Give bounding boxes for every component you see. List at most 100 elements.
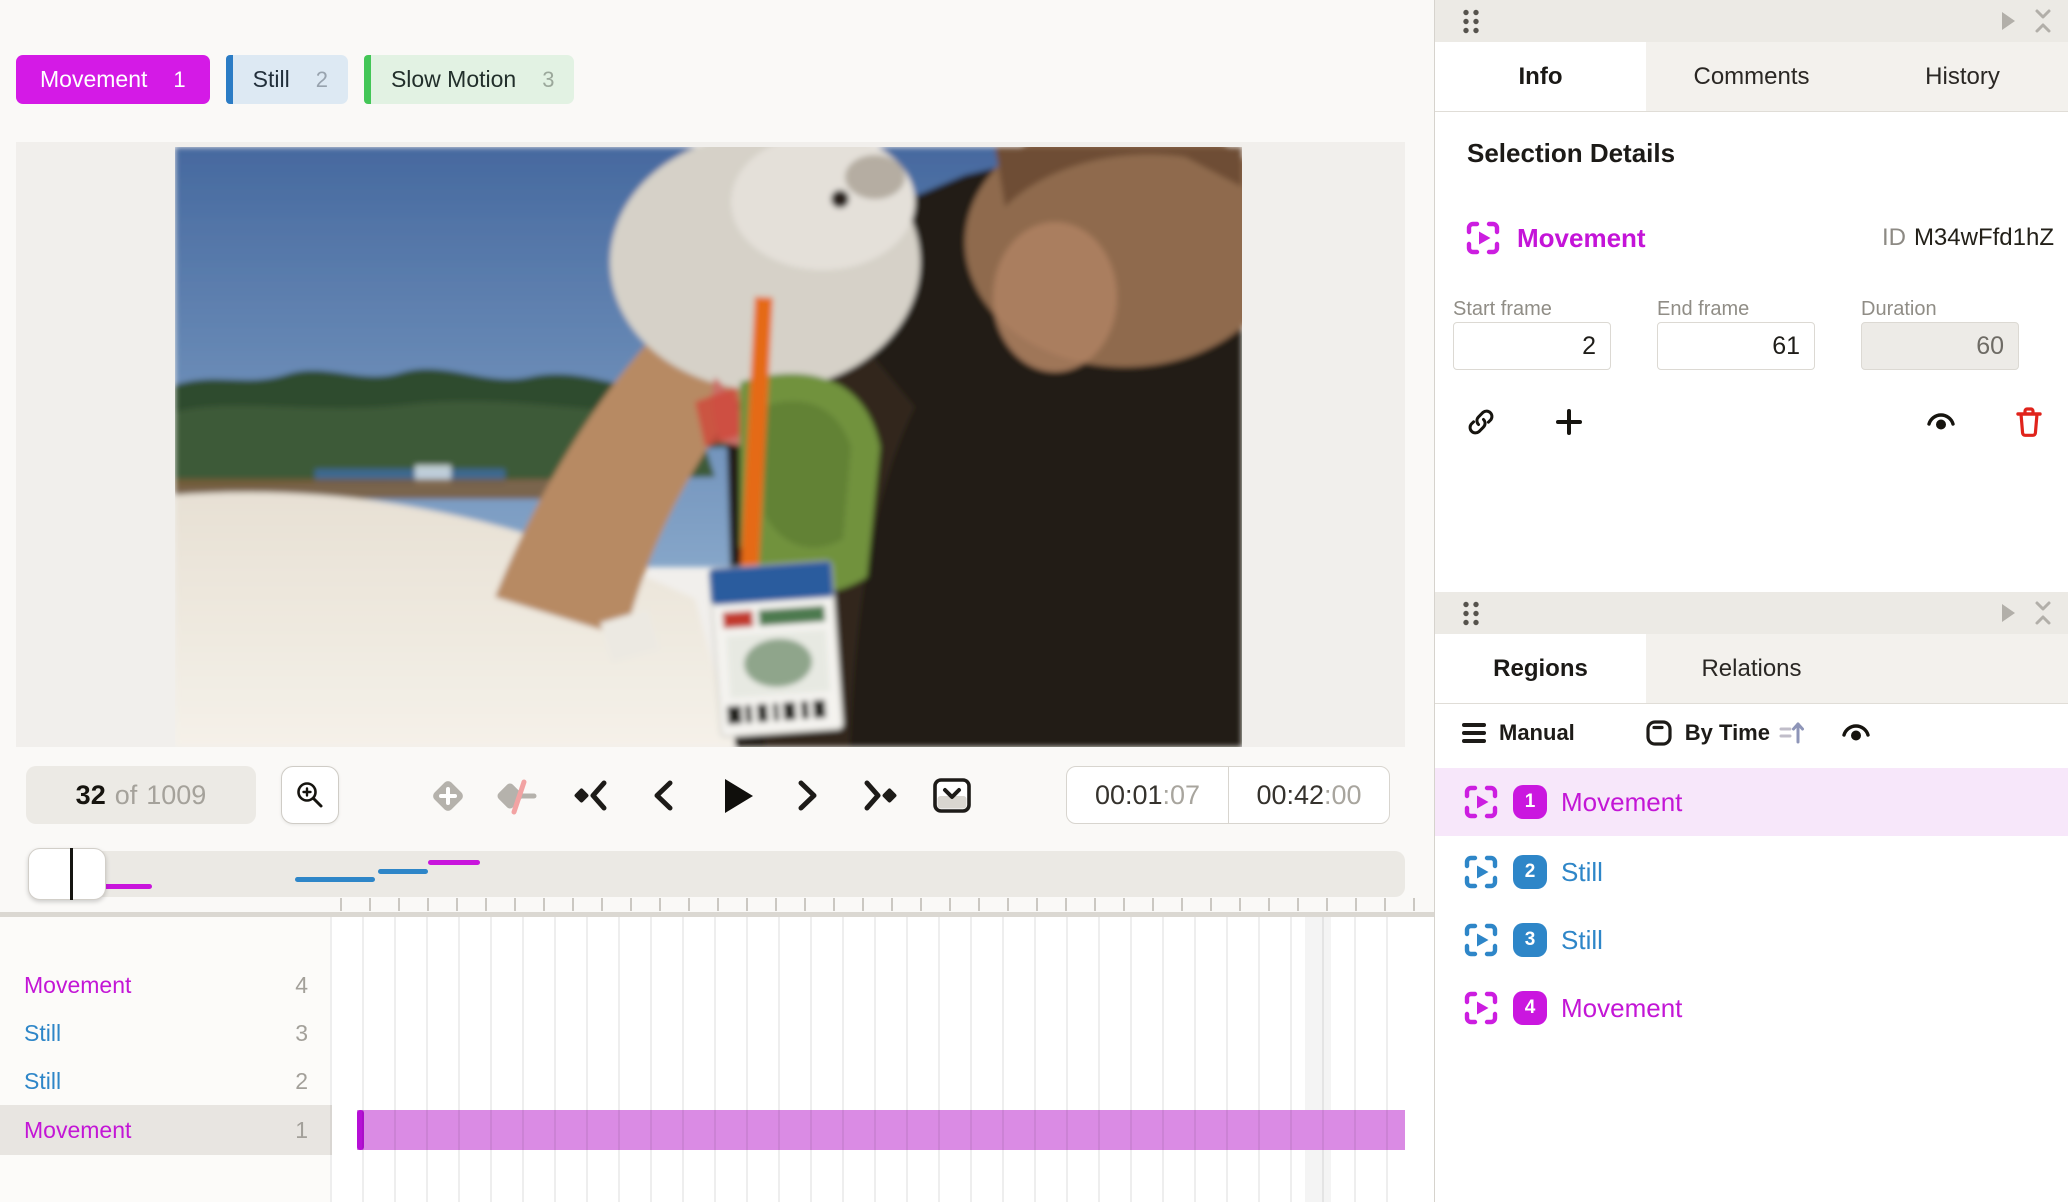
frame-counter[interactable]: 32 of 1009 [26, 766, 256, 824]
region-row-4-movement[interactable]: 4 Movement [1435, 974, 2068, 1042]
track-row-still-2[interactable]: Still 2 [0, 1057, 330, 1105]
hamburger-icon [1462, 723, 1486, 743]
by-time-label: By Time [1684, 720, 1770, 745]
id-label: ID [1881, 224, 1906, 251]
chip-slow-motion[interactable]: Slow Motion 3 [363, 55, 575, 104]
manual-sort-button[interactable]: Manual [1461, 720, 1575, 746]
minimap-segment-movement [428, 860, 480, 865]
region-row-2-still[interactable]: 2 Still [1435, 838, 2068, 906]
current-time[interactable]: 00:01:07 [1067, 767, 1228, 823]
chip-label: Movement [40, 66, 148, 92]
sort-ascending-icon [1779, 722, 1804, 744]
info-panel-tabs: Info Comments History [1435, 42, 2068, 112]
time-display: 00:01:07 00:42:00 [1066, 766, 1390, 824]
duration-input [1861, 322, 2019, 370]
next-keyframe-button[interactable] [856, 772, 904, 820]
end-frame-input[interactable] [1657, 322, 1815, 370]
selection-row: Movement ID M34wFfd1hZ [1465, 220, 2054, 256]
frame-ruler[interactable] [340, 898, 1415, 911]
timeline-minimap[interactable] [30, 851, 1405, 897]
diamond-slash-icon [497, 779, 537, 815]
chip-movement[interactable]: Movement 1 [16, 55, 210, 104]
chip-label: Still [252, 66, 290, 92]
timeline-zoom-button[interactable] [281, 766, 339, 824]
minimap-segment-still [295, 877, 375, 882]
chip-hotkey: 2 [315, 66, 328, 92]
track-label: Still [24, 1067, 62, 1094]
minimap-viewport-handle[interactable] [28, 848, 106, 900]
track-row-movement-1[interactable]: Movement 1 [0, 1106, 330, 1154]
plus-icon [1556, 409, 1582, 435]
video-viewport[interactable] [16, 142, 1405, 747]
prev-keyframe-icon [574, 780, 607, 811]
eye-icon [1927, 413, 1955, 430]
chip-still[interactable]: Still 2 [225, 55, 348, 104]
duration-label: Duration [1861, 298, 1937, 320]
tab-regions[interactable]: Regions [1435, 634, 1646, 703]
region-label: Movement [1561, 992, 1683, 1023]
chip-hotkey: 3 [542, 66, 555, 92]
previous-frame-button[interactable] [639, 772, 687, 820]
playback-options-button[interactable] [928, 772, 976, 820]
add-keyframe-button[interactable] [424, 772, 472, 820]
previous-keyframe-button[interactable] [567, 772, 615, 820]
magnifier-plus-icon [297, 782, 323, 808]
tab-history[interactable]: History [1857, 42, 2068, 111]
track-row-still-3[interactable]: Still 3 [0, 1009, 330, 1057]
toggle-visibility-button[interactable] [1919, 400, 1963, 444]
link-region-button[interactable] [1459, 400, 1503, 444]
play-icon [725, 779, 753, 813]
total-time[interactable]: 00:42:00 [1228, 767, 1389, 823]
frame-of-label: of [114, 779, 138, 810]
manual-label: Manual [1499, 720, 1575, 745]
tab-info[interactable]: Info [1435, 42, 1646, 111]
track-number: 3 [295, 1019, 308, 1046]
tab-comments[interactable]: Comments [1646, 42, 1857, 111]
by-time-sort-button[interactable]: By Time [1645, 719, 1806, 747]
video-region-icon [1466, 221, 1500, 255]
minimap-playhead[interactable] [70, 848, 73, 900]
movement-region-start-tick[interactable] [357, 1110, 364, 1150]
end-frame-label: End frame [1657, 298, 1750, 320]
remove-keyframe-button[interactable] [494, 772, 542, 820]
selection-actions [1435, 400, 2068, 444]
regions-panel-tabs: Regions Relations [1435, 634, 2068, 704]
region-number-badge: 4 [1513, 991, 1547, 1025]
region-row-1-movement[interactable]: 1 Movement [1435, 768, 2068, 836]
start-frame-input[interactable] [1453, 322, 1611, 370]
eye-icon [1842, 724, 1870, 741]
panel-collapse-icon[interactable] [2032, 7, 2054, 35]
tab-spacer [1857, 634, 2068, 703]
chip-hotkey: 1 [173, 66, 186, 92]
play-button[interactable] [713, 772, 761, 820]
track-row-movement-4[interactable]: Movement 4 [0, 961, 330, 1009]
track-label: Still [24, 1019, 62, 1046]
panel-header [1435, 592, 2068, 634]
video-frame-image [175, 147, 1242, 747]
next-frame-button[interactable] [784, 772, 832, 820]
track-label: Movement [24, 1116, 132, 1143]
track-number: 4 [295, 971, 308, 998]
drag-handle-icon[interactable] [1461, 600, 1483, 627]
timeline-tracks: Movement 4 Still 3 Still 2 Movement 1 [0, 917, 1434, 1202]
movement-region-bar[interactable] [357, 1110, 1405, 1150]
region-row-3-still[interactable]: 3 Still [1435, 906, 2068, 974]
timeline-gridlines [330, 917, 1405, 1202]
chip-label: Slow Motion [390, 66, 517, 92]
total-frames: 1009 [146, 779, 207, 810]
panel-collapse-icon[interactable] [2032, 599, 2054, 627]
panel-play-icon[interactable] [1998, 9, 2018, 33]
selection-class-label: Movement [1517, 222, 1646, 253]
tab-relations[interactable]: Relations [1646, 634, 1857, 703]
delete-region-button[interactable] [2007, 400, 2051, 444]
toggle-all-visibility-button[interactable] [1834, 711, 1878, 755]
selection-id: ID M34wFfd1hZ [1882, 224, 2054, 252]
track-number: 2 [295, 1067, 308, 1094]
current-frame: 32 [75, 779, 106, 810]
drag-handle-icon[interactable] [1461, 8, 1483, 35]
add-attribute-button[interactable] [1547, 400, 1591, 444]
panel-play-icon[interactable] [1998, 601, 2018, 625]
panel-header [1435, 0, 2068, 42]
region-label: Still [1561, 924, 1603, 955]
region-label: Still [1561, 856, 1603, 887]
